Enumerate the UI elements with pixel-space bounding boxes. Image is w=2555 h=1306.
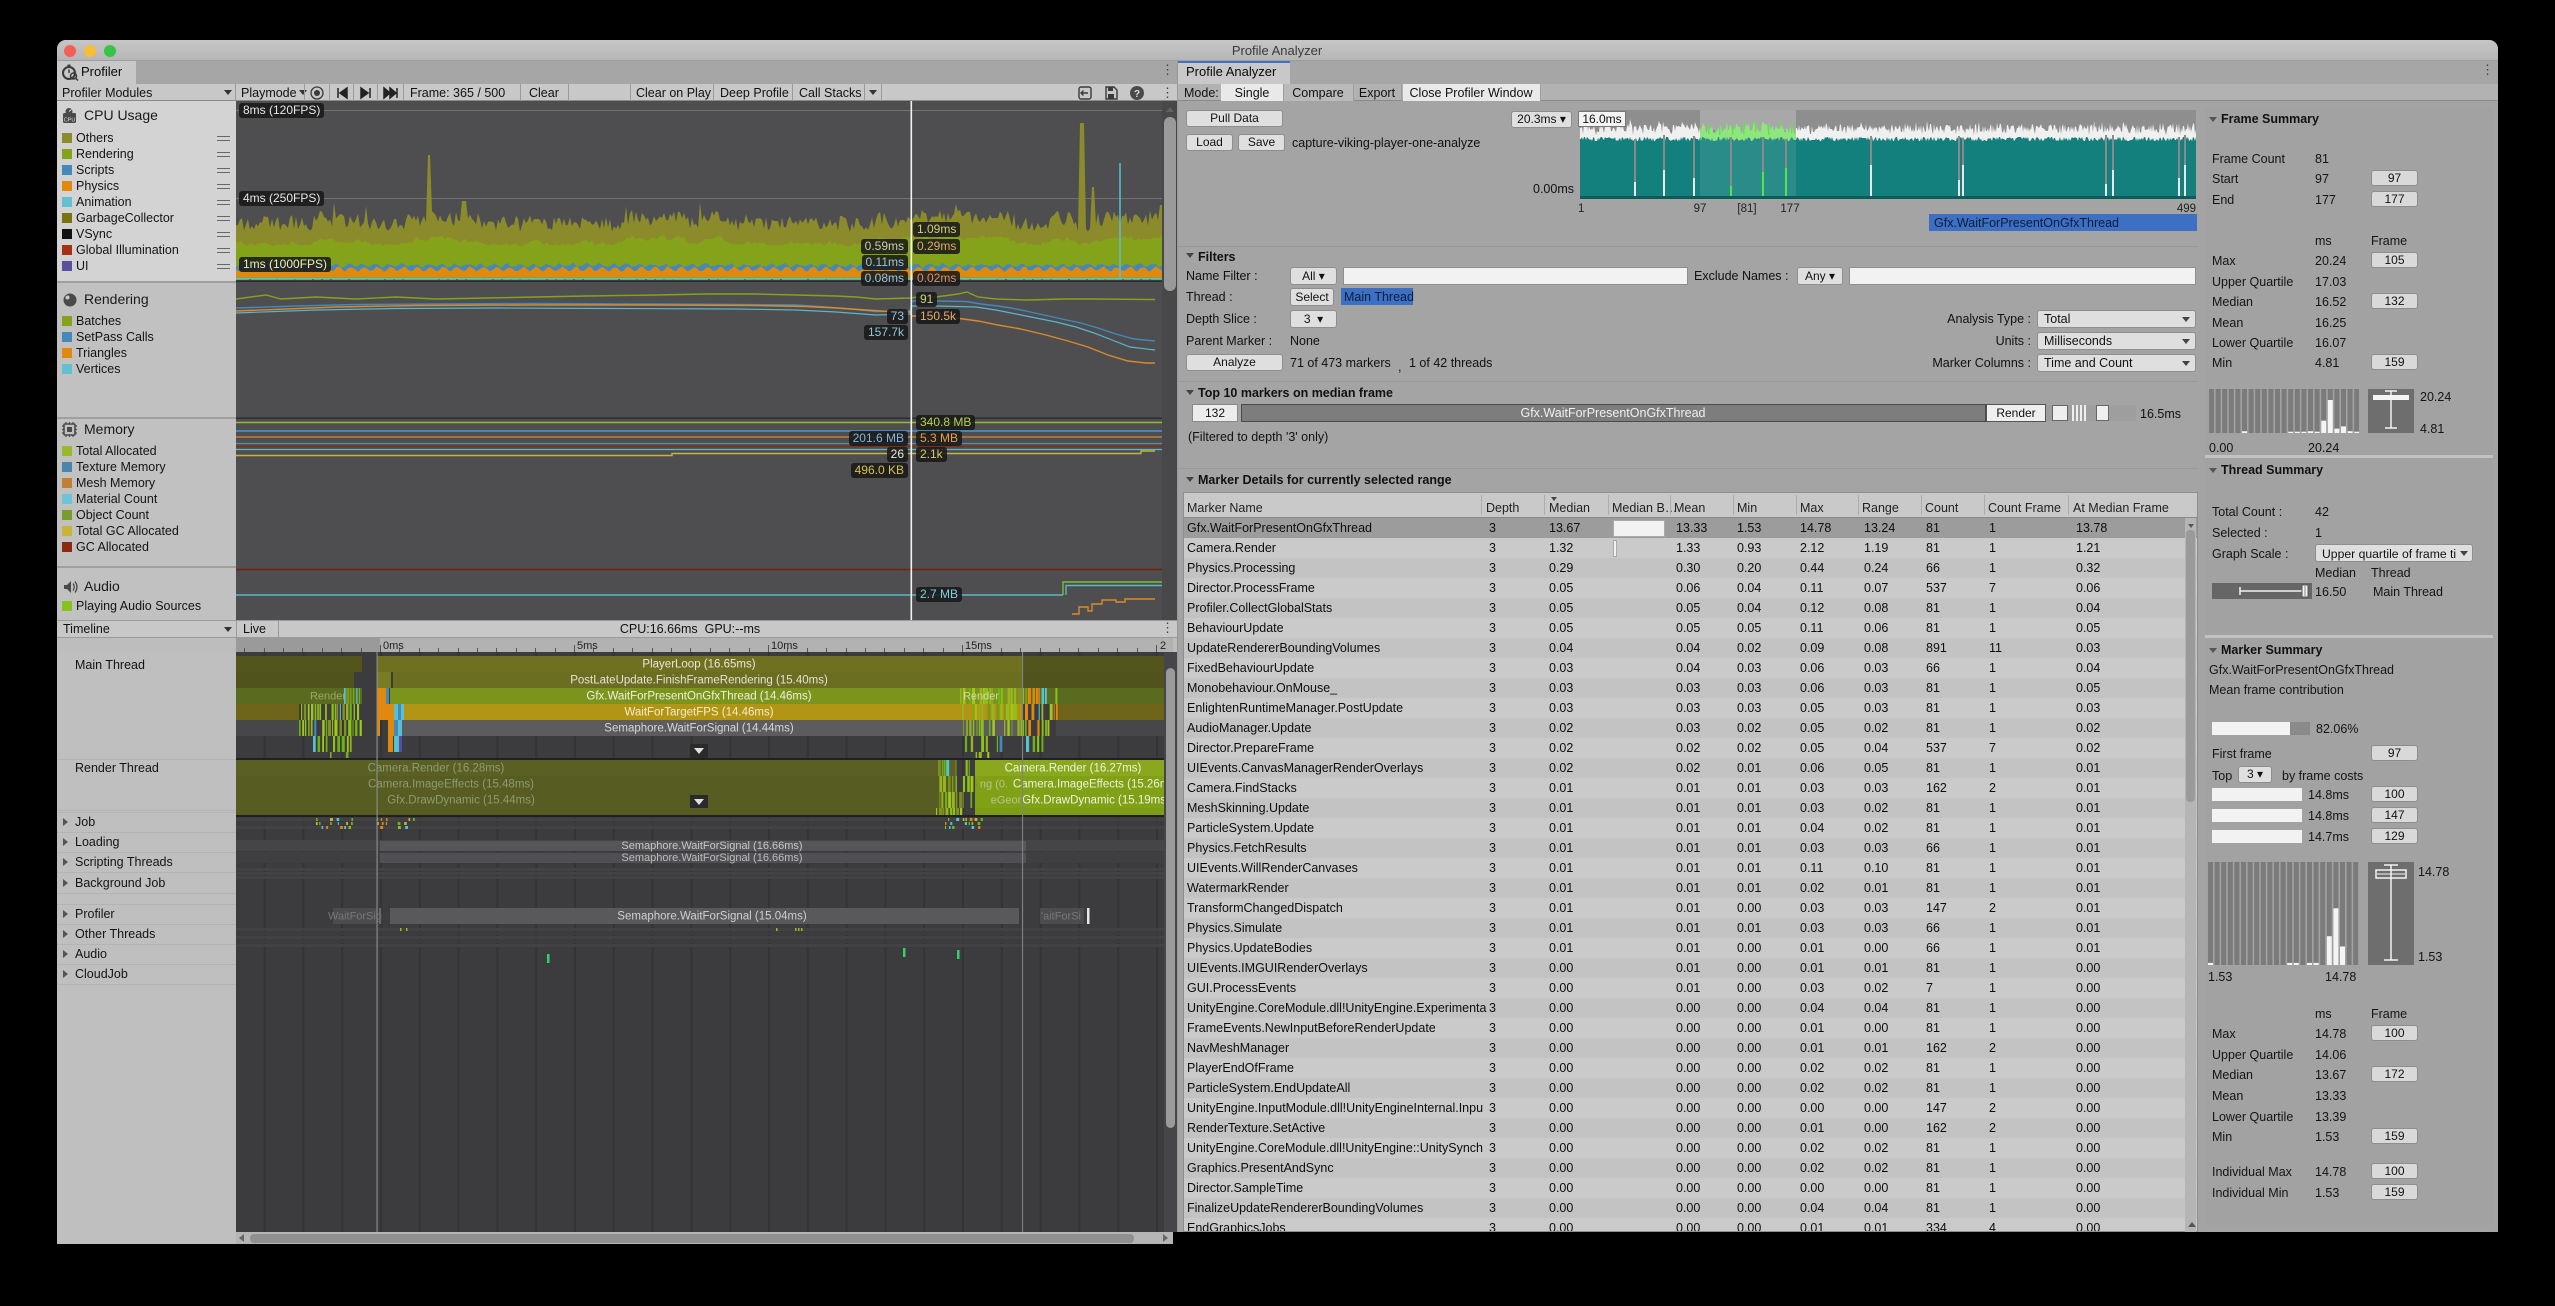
svg-text:PostLateUpdate.FinishFrameRend: PostLateUpdate.FinishFrameRendering (15.… [570,675,828,687]
svg-text:PlayerLoop (16.65ms): PlayerLoop (16.65ms) [642,659,755,671]
svg-text:'aitForSi: 'aitForSi [1041,911,1081,923]
svg-text:CPU: CPU [64,118,76,124]
svg-text:Camera.ImageEffects (15.26ms: Camera.ImageEffects (15.26ms [1013,779,1173,791]
svg-text:Camera.Render (16.28ms): Camera.Render (16.28ms) [368,763,505,775]
svg-text:Camera.Render (16.27ms): Camera.Render (16.27ms) [1005,763,1142,775]
svg-text:Semaphore.WaitForSignal (15.04: Semaphore.WaitForSignal (15.04ms) [617,911,807,923]
svg-text:Gfx.DrawDynamic (15.19ms): Gfx.DrawDynamic (15.19ms) [1022,795,1170,807]
svg-text:Gfx.WaitForPresentOnGfxThread: Gfx.WaitForPresentOnGfxThread (14.46ms) [586,691,811,703]
svg-text:eGeor: eGeor [991,795,1022,807]
svg-text:Render: Render [310,691,346,703]
svg-text:Gfx.DrawDynamic (15.44ms): Gfx.DrawDynamic (15.44ms) [387,795,535,807]
svg-text:WaitForSig: WaitForSig [328,911,382,923]
svg-text:Semaphore.WaitForSignal (14.44: Semaphore.WaitForSignal (14.44ms) [604,723,794,735]
svg-text:?: ? [1134,89,1140,100]
svg-text:Semaphore.WaitForSignal (16.66: Semaphore.WaitForSignal (16.66ms) [621,852,802,864]
svg-text:Render: Render [963,691,999,703]
svg-text:ng (0.: ng (0. [980,779,1008,791]
svg-text:WaitForTargetFPS (14.46ms): WaitForTargetFPS (14.46ms) [624,707,773,719]
svg-text:Semaphore.WaitForSignal (16.66: Semaphore.WaitForSignal (16.66ms) [621,840,802,852]
svg-text:Camera.ImageEffects (15.48ms): Camera.ImageEffects (15.48ms) [368,779,534,791]
